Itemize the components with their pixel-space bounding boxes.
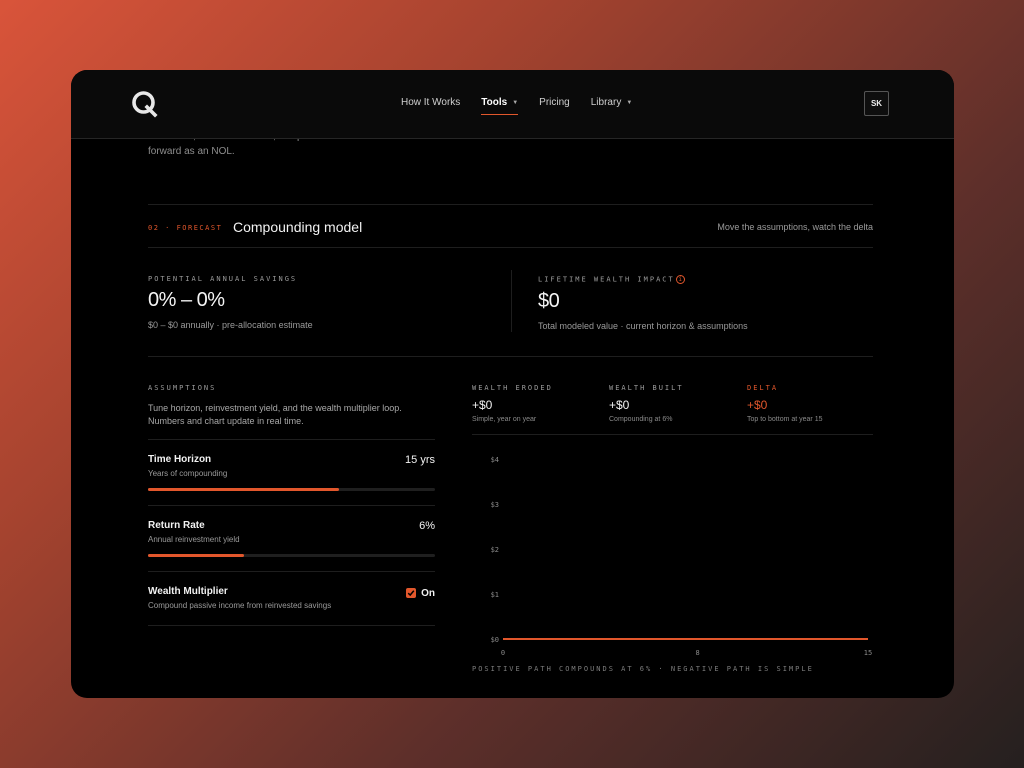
delta-value: +$0 — [747, 398, 768, 412]
chevron-down-icon: ▼ — [512, 99, 519, 106]
vertical-divider — [511, 270, 512, 332]
wealth-built-sub: Compounding at 6% — [609, 416, 673, 423]
x-tick-label: 8 — [696, 649, 700, 657]
divider — [148, 571, 435, 572]
annual-savings-label: POTENTIAL ANNUAL SAVINGS — [148, 275, 298, 283]
divider — [148, 505, 435, 506]
assumptions-label: ASSUMPTIONS — [148, 384, 217, 392]
time-horizon-control: Time Horizon Years of compounding 15 yrs — [148, 454, 435, 494]
nav-pricing-label: Pricing — [539, 97, 570, 108]
info-icon[interactable]: i — [675, 275, 685, 284]
chevron-down-icon: ▼ — [626, 99, 633, 106]
delta-metric: DELTA +$0 Top to bottom at year 15 — [747, 384, 823, 423]
wealth-eroded-value: +$0 — [472, 398, 493, 412]
delta-label: DELTA — [747, 384, 779, 392]
return-rate-control: Return Rate Annual reinvestment yield 6% — [148, 520, 435, 560]
wealth-built-metric: WEALTH BUILT +$0 Compounding at 6% — [609, 384, 684, 423]
lifetime-wealth-sub: Total modeled value · current horizon & … — [538, 321, 748, 331]
wealth-multiplier-title: Wealth Multiplier — [148, 586, 228, 597]
top-nav: How It Works Tools ▼ Pricing Library ▼ SK — [71, 70, 954, 139]
time-horizon-slider[interactable] — [148, 488, 435, 491]
wealth-eroded-metric: WEALTH ERODED +$0 Simple, year on year — [472, 384, 553, 423]
section-header: 02 · FORECAST Compounding model Move the… — [148, 219, 873, 235]
return-rate-slider[interactable] — [148, 554, 435, 557]
section-note: Move the assumptions, watch the delta — [717, 222, 873, 232]
y-tick-label: $4 — [491, 456, 499, 464]
time-horizon-sub: Years of compounding — [148, 469, 228, 478]
wealth-multiplier-state: On — [421, 588, 435, 599]
chart-footnote: POSITIVE PATH COMPOUNDS AT 6% · NEGATIVE… — [472, 665, 814, 673]
return-rate-value: 6% — [419, 520, 435, 532]
section-number: 02 · FORECAST — [148, 224, 223, 232]
wealth-eroded-label: WEALTH ERODED — [472, 384, 553, 392]
divider — [148, 356, 873, 357]
wealth-multiplier-sub: Compound passive income from reinvested … — [148, 601, 332, 610]
avatar-initials: SK — [870, 99, 883, 108]
section-title: Compounding model — [233, 219, 363, 235]
nav-library-label: Library — [590, 97, 622, 108]
divider — [148, 439, 435, 440]
nav-links: How It Works Tools ▼ Pricing Library ▼ — [401, 97, 653, 115]
return-rate-sub: Annual reinvestment yield — [148, 535, 240, 544]
nav-tools[interactable]: Tools ▼ — [481, 97, 519, 115]
app-window: How It Works Tools ▼ Pricing Library ▼ SK … — [71, 70, 954, 698]
lifetime-wealth-label-row: LIFETIME WEALTH IMPACT i — [538, 275, 748, 284]
time-horizon-title: Time Horizon — [148, 454, 212, 465]
y-tick-label: $1 — [491, 591, 499, 599]
y-tick-label: $3 — [491, 501, 499, 509]
lifetime-wealth-stat: LIFETIME WEALTH IMPACT i $0 Total modeled… — [538, 275, 748, 331]
check-icon — [407, 590, 415, 597]
y-tick-label: $2 — [491, 546, 499, 554]
nav-how-it-works[interactable]: How It Works — [401, 97, 460, 108]
x-tick-label: 0 — [501, 649, 505, 657]
avatar-button[interactable]: SK — [864, 91, 889, 116]
return-rate-slider-fill — [148, 554, 244, 557]
annual-savings-value: 0% – 0% — [148, 289, 225, 311]
wealth-multiplier-checkbox[interactable] — [406, 588, 416, 598]
annual-savings-stat: POTENTIAL ANNUAL SAVINGS 0% – 0% $0 – $0… — [148, 275, 313, 330]
y-tick-label: $0 — [491, 636, 499, 644]
time-horizon-value: 15 yrs — [405, 454, 435, 466]
lifetime-wealth-label: LIFETIME WEALTH IMPACT — [538, 275, 675, 284]
assumptions-panel: ASSUMPTIONS Tune horizon, reinvestment y… — [148, 384, 435, 428]
nav-library[interactable]: Library ▼ — [591, 97, 633, 108]
wealth-eroded-sub: Simple, year on year — [472, 416, 537, 423]
annual-savings-sub: $0 – $0 annually · pre-allocation estima… — [148, 320, 313, 330]
wealth-built-label: WEALTH BUILT — [609, 384, 684, 392]
lifetime-wealth-value: $0 — [538, 290, 560, 312]
nav-pricing[interactable]: Pricing — [539, 97, 570, 108]
wealth-multiplier-control: Wealth Multiplier Compound passive incom… — [148, 586, 435, 616]
divider — [148, 625, 435, 626]
return-rate-title: Return Rate — [148, 520, 205, 531]
divider — [148, 204, 873, 205]
x-tick-label: 15 — [864, 649, 872, 657]
wealth-built-value: +$0 — [609, 398, 630, 412]
q-logo-icon[interactable] — [131, 90, 159, 118]
assumptions-desc: Tune horizon, reinvestment yield, and th… — [148, 403, 402, 426]
delta-sub: Top to bottom at year 15 — [747, 416, 823, 423]
divider — [472, 434, 873, 435]
nav-tools-label: Tools — [481, 97, 508, 108]
divider — [148, 247, 873, 248]
time-horizon-slider-fill — [148, 488, 340, 491]
wealth-chart: $0 $1 $2 $3 $4 0 8 15 — [491, 456, 873, 657]
nav-how-it-works-label: How It Works — [401, 97, 461, 108]
